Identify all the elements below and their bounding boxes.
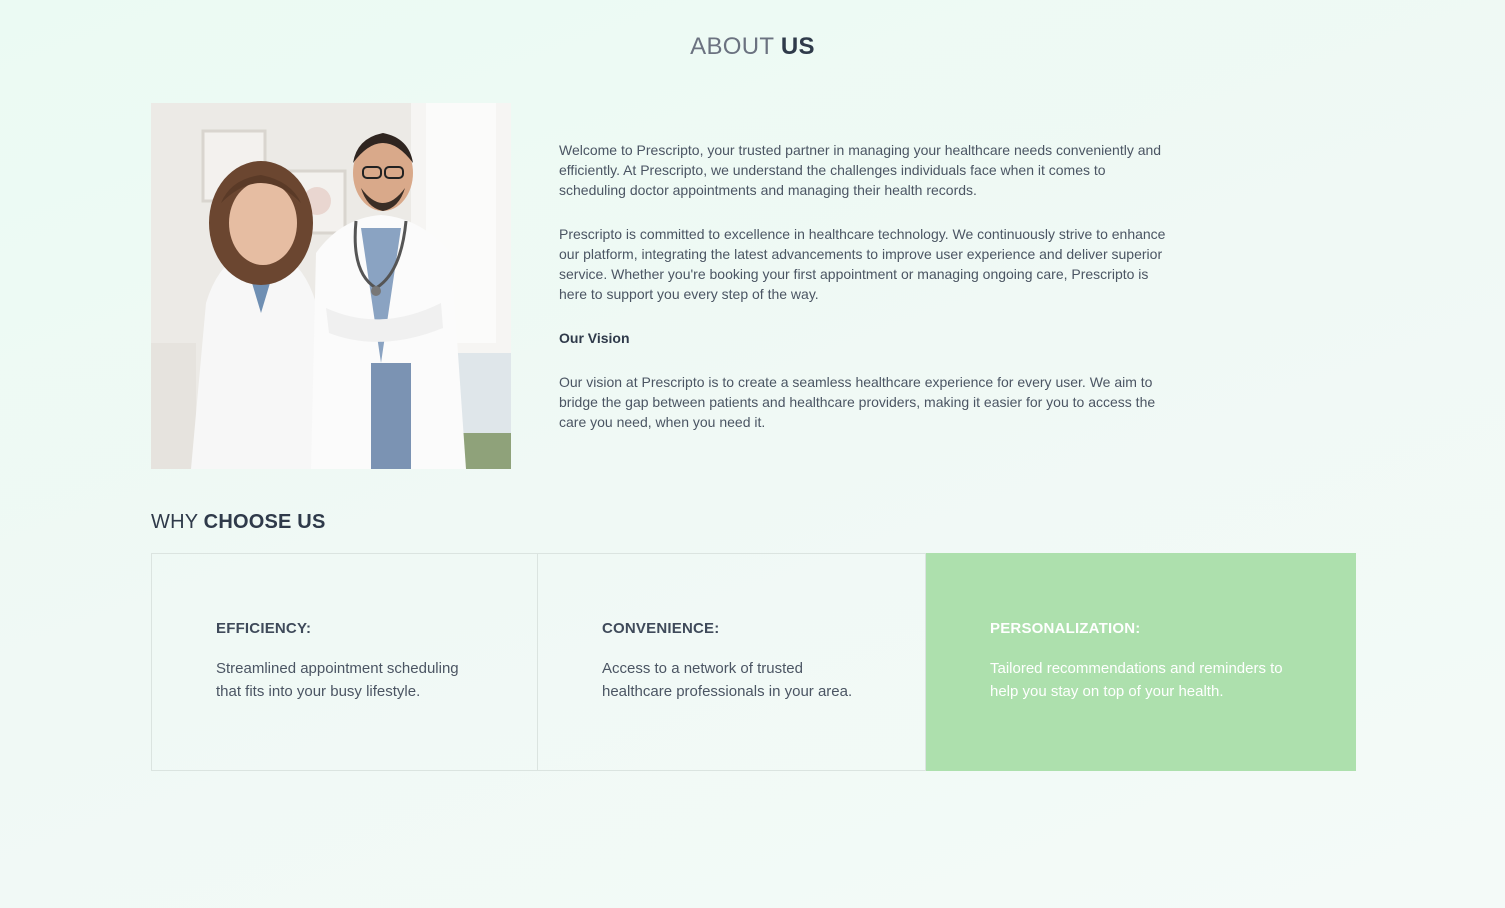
about-heading-light: ABOUT	[690, 33, 774, 60]
why-choose-us-heading: WHY CHOOSE US	[151, 511, 326, 534]
card-description: Tailored recommendations and reminders t…	[990, 660, 1283, 700]
about-text-block: Welcome to Prescripto, your trusted part…	[559, 140, 1169, 456]
why-choose-us-cards: EFFICIENCY: Streamlined appointment sche…	[151, 553, 1356, 771]
about-us-heading: ABOUT US	[0, 33, 1505, 61]
why-heading-strong: CHOOSE US	[203, 511, 326, 533]
card-title: CONVENIENCE:	[602, 620, 720, 637]
vision-title: Our Vision	[559, 330, 630, 346]
card-description: Streamlined appointment scheduling that …	[216, 660, 459, 700]
card-title: PERSONALIZATION:	[990, 620, 1141, 637]
why-heading-light: WHY	[151, 511, 198, 533]
about-paragraph-intro: Welcome to Prescripto, your trusted part…	[559, 142, 1162, 198]
card-efficiency[interactable]: EFFICIENCY: Streamlined appointment sche…	[151, 553, 538, 771]
card-description: Access to a network of trusted healthcar…	[602, 660, 853, 700]
card-title: EFFICIENCY:	[216, 620, 312, 637]
about-heading-strong: US	[780, 33, 815, 60]
vision-paragraph: Our vision at Prescripto is to create a …	[559, 374, 1156, 430]
doctors-photo	[151, 103, 511, 469]
about-paragraph-commitment: Prescripto is committed to excellence in…	[559, 226, 1166, 302]
card-convenience[interactable]: CONVENIENCE: Access to a network of trus…	[538, 553, 926, 771]
card-personalization[interactable]: PERSONALIZATION: Tailored recommendation…	[926, 553, 1356, 771]
